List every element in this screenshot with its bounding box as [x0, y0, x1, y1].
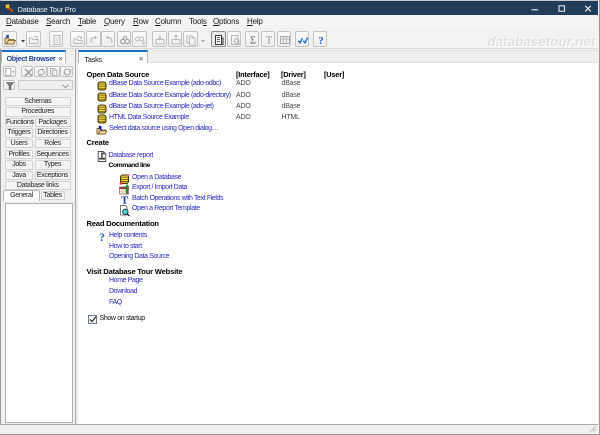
svg-text:?: ?	[318, 35, 324, 46]
svg-text:Σ: Σ	[250, 35, 256, 46]
svg-text:?: ?	[99, 232, 105, 242]
svg-text:T: T	[265, 35, 271, 46]
